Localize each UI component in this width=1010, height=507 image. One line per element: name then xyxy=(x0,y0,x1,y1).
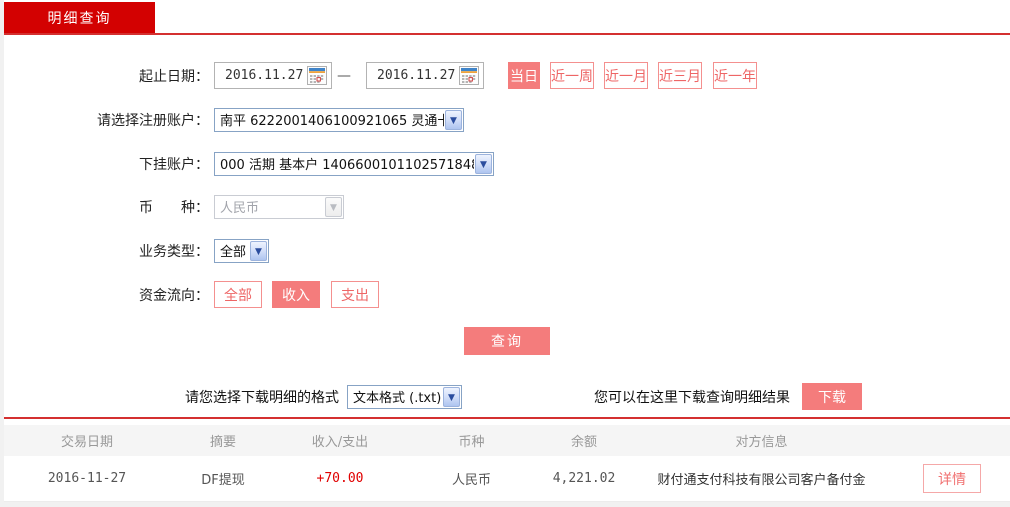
sub-account-label: 下挂账户： xyxy=(139,156,209,173)
chevron-down-icon[interactable]: ▼ xyxy=(445,109,462,130)
currency-value: 人民币 xyxy=(220,201,260,216)
cell-balance: 4,221.02 xyxy=(552,471,616,486)
quick-range-week-button[interactable]: 近一周 xyxy=(550,62,594,89)
sub-account-select[interactable]: 000 活期 基本户 1406600101102571848 ▼ xyxy=(214,151,494,176)
table-header-row: 交易日期 摘要 收入/支出 币种 余额 对方信息 xyxy=(4,425,1010,456)
register-account-label: 请选择注册账户： xyxy=(97,112,209,129)
detail-query-panel: 明细查询 起止日期： 2016.11.27 — 2016.11.27 当日 近一… xyxy=(4,0,1010,502)
business-type-label: 业务类型： xyxy=(139,243,209,260)
quick-range-today-button[interactable]: 当日 xyxy=(508,62,540,89)
download-hint: 您可以在这里下载查询明细结果 xyxy=(594,389,790,406)
chevron-down-icon[interactable]: ▼ xyxy=(250,240,267,261)
end-date-input[interactable]: 2016.11.27 xyxy=(366,62,484,89)
table-row: 2016-11-27 DF提现 +70.00 人民币 4,221.02 财付通支… xyxy=(4,456,1010,502)
business-type-value: 全部 xyxy=(220,245,247,260)
header-balance: 余额 xyxy=(570,435,597,450)
detail-button[interactable]: 详情 xyxy=(923,464,981,493)
tab-bar: 明细查询 xyxy=(4,0,1010,33)
quick-range-year-button[interactable]: 近一年 xyxy=(713,62,757,89)
quick-range-month-button[interactable]: 近一月 xyxy=(604,62,648,89)
download-format-select[interactable]: 文本格式 (.txt) ▼ xyxy=(347,384,462,409)
table-divider xyxy=(4,417,1010,419)
end-date-value: 2016.11.27 xyxy=(377,68,456,83)
chevron-down-icon[interactable]: ▼ xyxy=(475,153,492,174)
query-row: 查询 xyxy=(4,327,1010,355)
date-range-label: 起止日期： xyxy=(139,68,209,85)
tab-detail-query[interactable]: 明细查询 xyxy=(4,2,155,33)
register-account-select[interactable]: 南平 6222001406100921065 灵通卡 ▼ xyxy=(214,107,464,132)
sub-account-row: 下挂账户： 000 活期 基本户 1406600101102571848 ▼ xyxy=(4,150,1010,177)
calendar-icon[interactable] xyxy=(459,66,479,85)
chevron-down-icon: ▼ xyxy=(325,196,342,217)
cell-currency: 人民币 xyxy=(451,473,491,488)
query-form: 起止日期： 2016.11.27 — 2016.11.27 当日 近一周 近一月… xyxy=(4,35,1010,410)
register-account-row: 请选择注册账户： 南平 6222001406100921065 灵通卡 ▼ xyxy=(4,106,1010,133)
start-date-value: 2016.11.27 xyxy=(225,68,304,83)
cell-amount: +70.00 xyxy=(316,471,364,486)
calendar-icon[interactable] xyxy=(307,66,327,85)
header-in-out: 收入/支出 xyxy=(311,435,369,450)
download-format-value: 文本格式 (.txt) xyxy=(353,391,442,406)
date-range-separator: — xyxy=(337,67,351,84)
chevron-down-icon[interactable]: ▼ xyxy=(443,386,460,407)
cell-counterparty: 财付通支付科技有限公司客户备付金 xyxy=(657,473,866,488)
fund-flow-income-button[interactable]: 收入 xyxy=(272,281,320,308)
fund-flow-label: 资金流向： xyxy=(139,287,209,304)
query-button[interactable]: 查询 xyxy=(464,327,550,355)
currency-row: 币 种： 人民币 ▼ xyxy=(4,193,1010,220)
fund-flow-expense-button[interactable]: 支出 xyxy=(331,281,379,308)
cell-summary: DF提现 xyxy=(201,473,245,488)
business-type-row: 业务类型： 全部 ▼ xyxy=(4,237,1010,264)
start-date-input[interactable]: 2016.11.27 xyxy=(214,62,332,89)
quick-range-3months-button[interactable]: 近三月 xyxy=(658,62,702,89)
header-counterparty: 对方信息 xyxy=(735,435,788,450)
download-button[interactable]: 下载 xyxy=(802,383,862,410)
fund-flow-all-button[interactable]: 全部 xyxy=(214,281,262,308)
header-summary: 摘要 xyxy=(209,435,236,450)
register-account-value: 南平 6222001406100921065 灵通卡 xyxy=(220,114,444,129)
fund-flow-row: 资金流向： 全部 收入 支出 xyxy=(4,281,1010,308)
business-type-select[interactable]: 全部 ▼ xyxy=(214,238,269,263)
cell-date: 2016-11-27 xyxy=(47,471,127,486)
currency-select: 人民币 ▼ xyxy=(214,194,344,219)
download-format-label: 请您选择下载明细的格式 xyxy=(185,389,339,406)
download-row: 请您选择下载明细的格式 文本格式 (.txt) ▼ 您可以在这里下载查询明细结果… xyxy=(4,383,1010,410)
sub-account-value: 000 活期 基本户 1406600101102571848 xyxy=(220,158,474,173)
header-currency: 币种 xyxy=(458,435,485,450)
currency-label: 币 种： xyxy=(139,199,209,216)
header-date: 交易日期 xyxy=(60,435,113,450)
date-range-row: 起止日期： 2016.11.27 — 2016.11.27 当日 近一周 近一月… xyxy=(4,62,1010,89)
results-table: 交易日期 摘要 收入/支出 币种 余额 对方信息 2016-11-27 DF提现… xyxy=(4,425,1010,502)
